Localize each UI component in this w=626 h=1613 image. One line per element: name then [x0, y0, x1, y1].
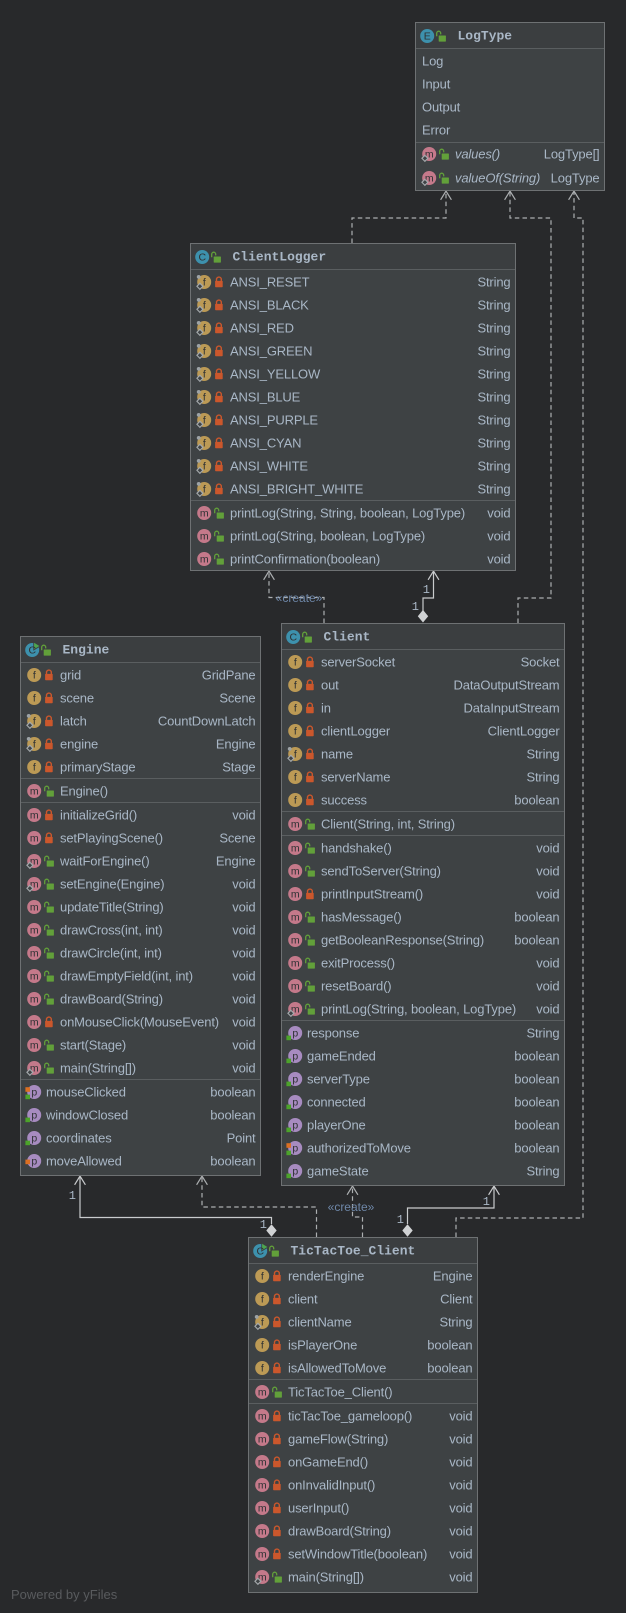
svg-text:m: m [291, 818, 300, 830]
svg-text:m: m [200, 553, 209, 565]
svg-text:p: p [31, 1155, 37, 1167]
svg-text:m: m [30, 901, 39, 913]
svg-text:m: m [291, 842, 300, 854]
svg-text:1: 1 [412, 600, 419, 614]
svg-text:p: p [31, 1109, 37, 1121]
svg-text:E: E [424, 30, 431, 42]
svg-text:f: f [33, 761, 36, 773]
svg-text:p: p [292, 1165, 298, 1177]
svg-text:f: f [261, 1270, 264, 1282]
svg-text:f: f [33, 669, 36, 681]
svg-text:m: m [291, 888, 300, 900]
svg-text:m: m [291, 865, 300, 877]
svg-text:m: m [30, 785, 39, 797]
svg-text:m: m [200, 507, 209, 519]
svg-text:m: m [30, 947, 39, 959]
svg-text:f: f [261, 1339, 264, 1351]
svg-text:m: m [258, 1386, 267, 1398]
svg-text:«create»: «create» [276, 591, 323, 605]
svg-text:1: 1 [260, 1218, 267, 1232]
svg-text:f: f [33, 692, 36, 704]
svg-text:m: m [258, 1479, 267, 1491]
svg-text:f: f [294, 771, 297, 783]
svg-text:m: m [258, 1525, 267, 1537]
svg-text:m: m [258, 1502, 267, 1514]
svg-text:m: m [30, 993, 39, 1005]
svg-text:f: f [294, 794, 297, 806]
svg-text:m: m [291, 957, 300, 969]
svg-text:m: m [200, 530, 209, 542]
svg-text:f: f [294, 679, 297, 691]
svg-text:m: m [30, 809, 39, 821]
svg-text:1: 1 [423, 583, 430, 597]
svg-text:m: m [30, 1039, 39, 1051]
svg-text:p: p [292, 1096, 298, 1108]
svg-text:m: m [30, 832, 39, 844]
svg-text:m: m [30, 1016, 39, 1028]
svg-text:C: C [29, 644, 37, 656]
svg-text:p: p [292, 1142, 298, 1154]
svg-text:«create»: «create» [328, 1200, 375, 1214]
svg-text:m: m [258, 1548, 267, 1560]
svg-text:m: m [291, 934, 300, 946]
svg-text:p: p [292, 1119, 298, 1131]
svg-text:p: p [292, 1073, 298, 1085]
svg-text:m: m [258, 1456, 267, 1468]
svg-text:f: f [261, 1293, 264, 1305]
svg-text:f: f [294, 702, 297, 714]
svg-text:1: 1 [483, 1195, 490, 1209]
svg-text:p: p [292, 1050, 298, 1062]
svg-text:1: 1 [397, 1213, 404, 1227]
svg-text:C: C [199, 251, 207, 263]
svg-text:m: m [291, 911, 300, 923]
svg-text:p: p [31, 1086, 37, 1098]
svg-text:p: p [292, 1027, 298, 1039]
svg-text:C: C [290, 631, 298, 643]
svg-text:f: f [294, 725, 297, 737]
svg-text:f: f [294, 656, 297, 668]
svg-text:m: m [30, 924, 39, 936]
svg-text:m: m [258, 1410, 267, 1422]
svg-text:p: p [31, 1132, 37, 1144]
svg-text:C: C [257, 1245, 265, 1257]
svg-text:m: m [291, 980, 300, 992]
svg-text:f: f [261, 1362, 264, 1374]
svg-text:m: m [258, 1433, 267, 1445]
svg-text:m: m [30, 970, 39, 982]
svg-text:1: 1 [69, 1189, 76, 1203]
